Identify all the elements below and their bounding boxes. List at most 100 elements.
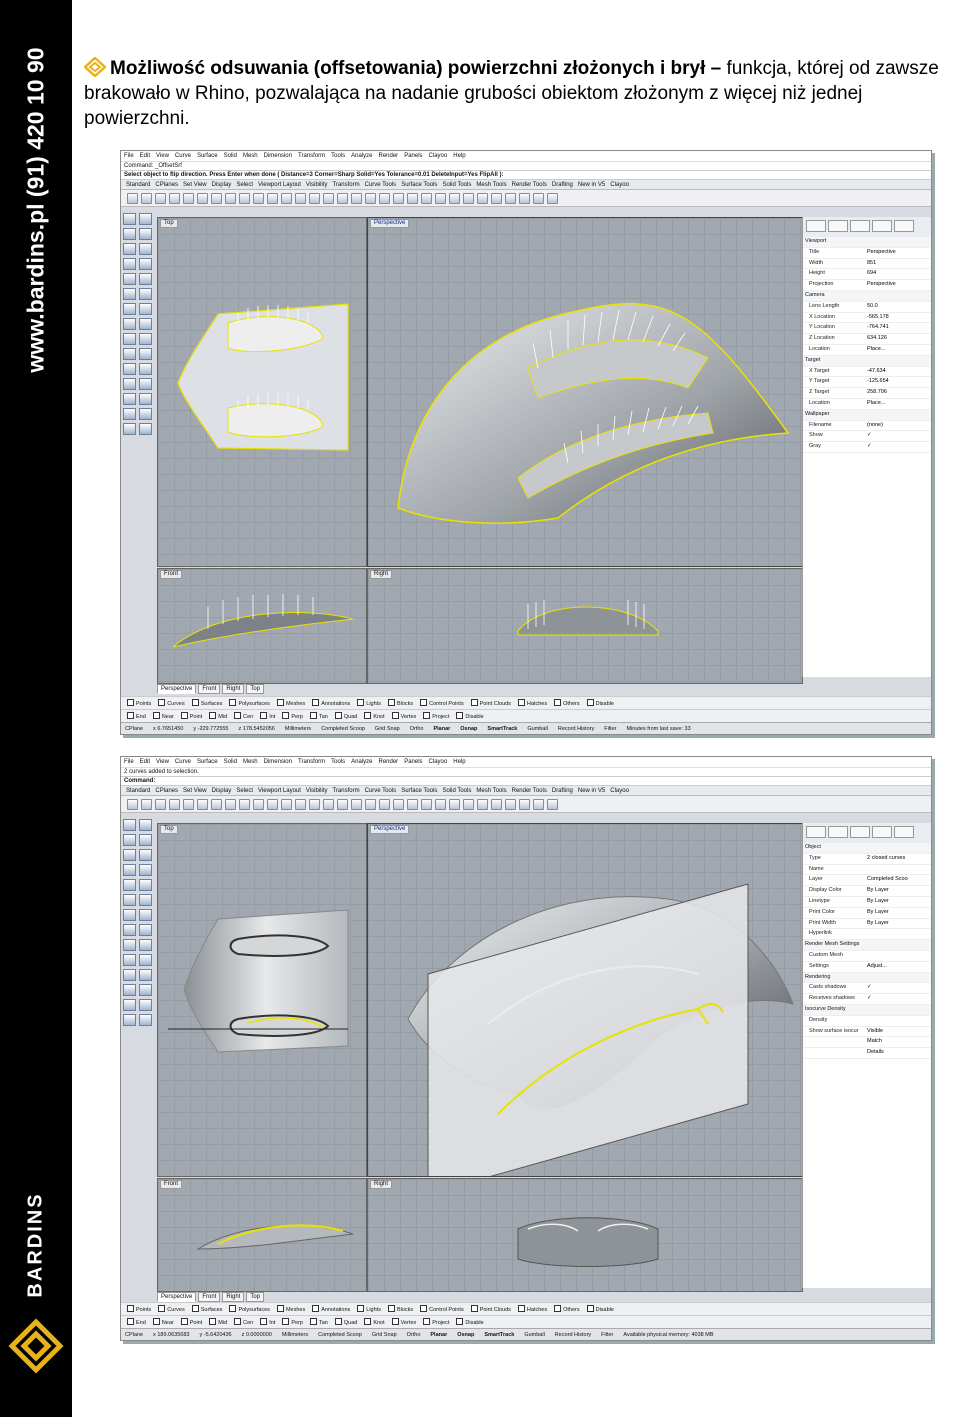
panel-tab-clayoo[interactable] [894,220,914,232]
tab-solid-tools[interactable]: Solid Tools [442,182,471,188]
menu-solid[interactable]: Solid [224,759,237,765]
menu-transform[interactable]: Transform [298,153,325,159]
tab-surface-tools[interactable]: Surface Tools [401,182,437,188]
menu-surface[interactable]: Surface [197,759,218,765]
vtab-right[interactable]: Right [222,684,245,694]
status-filter[interactable]: Filter [604,726,616,732]
circle-tool-icon[interactable] [123,864,136,876]
property-value[interactable]: By Layer [867,886,931,896]
hide-icon[interactable] [407,192,418,204]
property-row[interactable]: Y Target -125.654 [803,377,931,389]
tab-cplanes[interactable]: CPlanes [155,788,178,794]
property-section[interactable]: Camera [803,290,931,302]
filter-meshes[interactable]: Meshes [276,699,305,707]
material-icon[interactable] [505,192,516,204]
filter-annotations[interactable]: Annotations [312,1305,350,1313]
property-value[interactable]: 694 [867,269,931,279]
status-record-history[interactable]: Record History [558,726,594,732]
menu-analyze[interactable]: Analyze [351,153,372,159]
undo-icon[interactable] [239,192,250,204]
solid-box-icon[interactable] [123,303,136,315]
rotate-tool-icon[interactable] [123,984,136,996]
panel-tab-render[interactable] [850,826,870,838]
property-value[interactable]: Completed Scoo [867,875,931,885]
print-icon[interactable] [169,798,180,810]
cut-icon[interactable] [197,798,208,810]
filter-hatches[interactable]: Hatches [517,1305,547,1313]
extrude-icon[interactable] [139,909,152,921]
copy-icon[interactable] [211,192,222,204]
property-value[interactable]: Perspective [867,248,931,258]
status-planar[interactable]: Planar [430,1332,447,1338]
menu-help[interactable]: Help [453,153,465,159]
menu-tools[interactable]: Tools [331,153,345,159]
status-layer[interactable]: Completed Scoop [318,1332,362,1338]
tab-mesh-tools[interactable]: Mesh Tools [476,182,506,188]
osnap-vertex[interactable]: Vertex [391,1318,416,1326]
property-value[interactable]: Visible [867,1027,931,1037]
filter-blocks[interactable]: Blocks [387,699,413,707]
property-value[interactable]: By Layer [867,908,931,918]
property-row[interactable]: Show surface isocur Visible [803,1027,931,1038]
sphere-icon[interactable] [519,798,530,810]
menu-dimension[interactable]: Dimension [264,759,292,765]
menu-panels[interactable]: Panels [404,759,422,765]
property-section[interactable]: Object [803,843,931,854]
property-value[interactable]: (none) [867,421,931,431]
menu-solid[interactable]: Solid [224,153,237,159]
hide-icon[interactable] [407,798,418,810]
property-value[interactable]: ✓ [867,994,931,1004]
viewport-top[interactable]: Top [157,217,367,567]
menu-clayoo[interactable]: Clayoo [429,759,448,765]
property-row[interactable]: Location Place... [803,399,931,410]
property-row[interactable]: Y Location -764.741 [803,323,931,335]
osnap-mid[interactable]: Mid [209,712,227,720]
options-icon[interactable] [533,192,544,204]
layer-icon[interactable] [435,192,446,204]
status-smarttrack[interactable]: SmartTrack [487,726,517,732]
filter-hatches[interactable]: Hatches [517,699,547,707]
property-value[interactable]: By Layer [867,897,931,907]
property-row[interactable]: Location Place... [803,345,931,356]
osnap-int[interactable]: Int [260,712,275,720]
panel-tab-help[interactable] [872,826,892,838]
array-tool-icon[interactable] [139,393,152,405]
property-row[interactable]: Display Color By Layer [803,886,931,897]
viewport-top[interactable]: Top [157,823,367,1177]
select-icon[interactable] [393,798,404,810]
arc-tool-icon[interactable] [139,243,152,255]
analyze-tool-icon[interactable] [139,1014,152,1026]
status-osnap[interactable]: Osnap [457,1332,474,1338]
curve-tool-icon[interactable] [123,849,136,861]
property-row[interactable]: Custom Mesh [803,951,931,962]
layer-icon[interactable] [435,798,446,810]
text-tool-icon[interactable] [139,273,152,285]
move-icon[interactable] [379,192,390,204]
filter-lights[interactable]: Lights [357,1305,381,1313]
property-value[interactable] [867,1016,931,1026]
select-icon[interactable] [393,192,404,204]
panel-tab-properties[interactable] [806,826,826,838]
filter-meshes[interactable]: Meshes [276,1305,305,1313]
tab-render-tools[interactable]: Render Tools [512,788,547,794]
filter-polysurfaces[interactable]: Polysurfaces [229,699,270,707]
property-value[interactable]: 851 [867,259,931,269]
material-icon[interactable] [505,798,516,810]
property-row[interactable]: Z Target 258.706 [803,388,931,399]
property-row[interactable]: Hyperlink [803,929,931,941]
menu-file[interactable]: File [124,153,134,159]
curve-tool-icon[interactable] [123,243,136,255]
tab-viewport-layout[interactable]: Viewport Layout [258,788,301,794]
trim-icon[interactable] [139,333,152,345]
tab-transform[interactable]: Transform [332,788,359,794]
tab-standard[interactable]: Standard [126,182,150,188]
menu-render[interactable]: Render [379,153,399,159]
vtab-perspective[interactable]: Perspective [157,684,197,694]
tab-drafting[interactable]: Drafting [552,788,573,794]
tab-set-view[interactable]: Set View [183,182,207,188]
loft-tool-icon[interactable] [139,288,152,300]
open-icon[interactable] [141,192,152,204]
shade-icon[interactable] [477,192,488,204]
menu-edit[interactable]: Edit [140,759,150,765]
property-section[interactable]: Wallpaper [803,409,931,421]
